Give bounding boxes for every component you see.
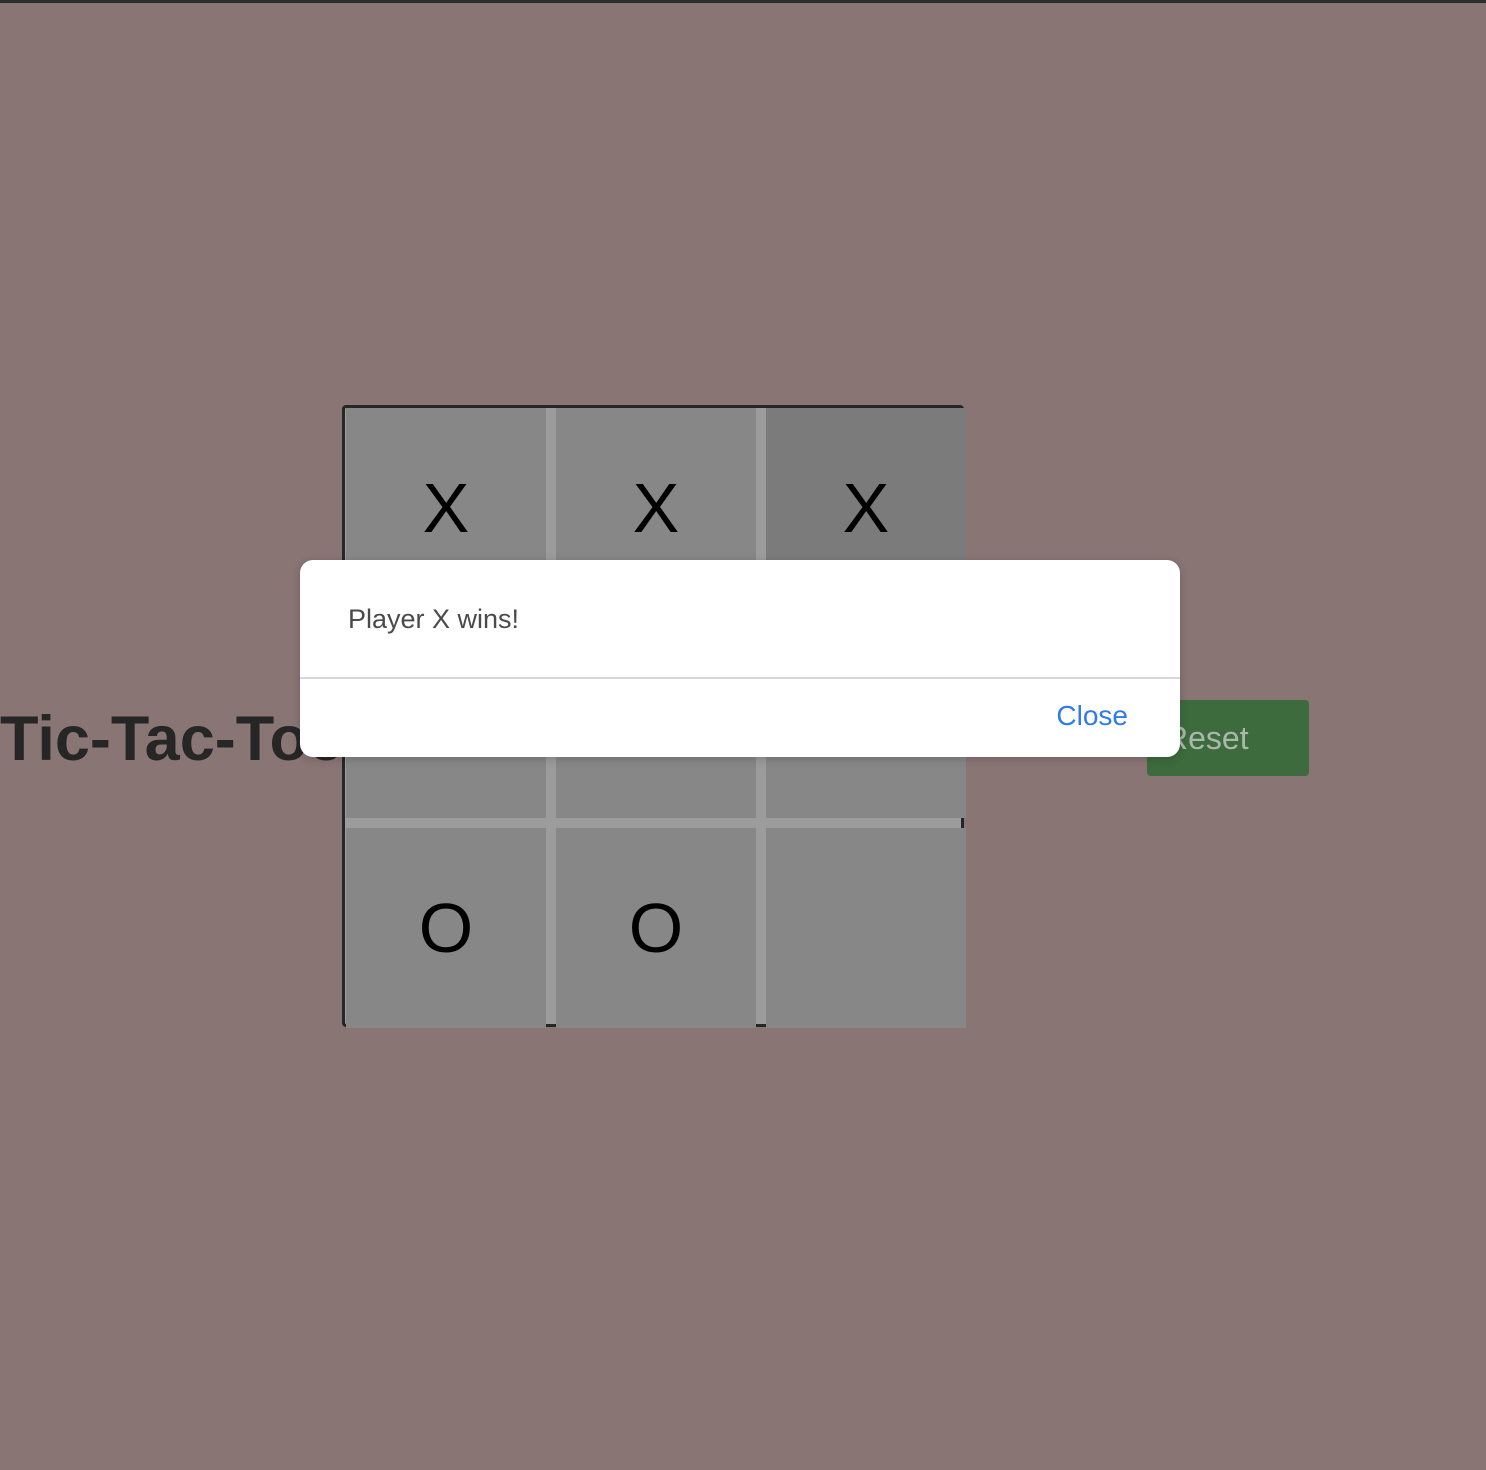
- close-button[interactable]: Close: [1056, 700, 1128, 732]
- board-cell[interactable]: O: [556, 828, 756, 1028]
- board-cell[interactable]: O: [346, 828, 546, 1028]
- page-title: Tic-Tac-Toe: [0, 704, 344, 774]
- dialog-message: Player X wins!: [348, 604, 520, 634]
- dialog-divider: [300, 677, 1180, 679]
- board-cell[interactable]: [766, 828, 966, 1028]
- alert-dialog: Player X wins! Close: [300, 560, 1180, 757]
- top-edge-strip: [0, 0, 1486, 3]
